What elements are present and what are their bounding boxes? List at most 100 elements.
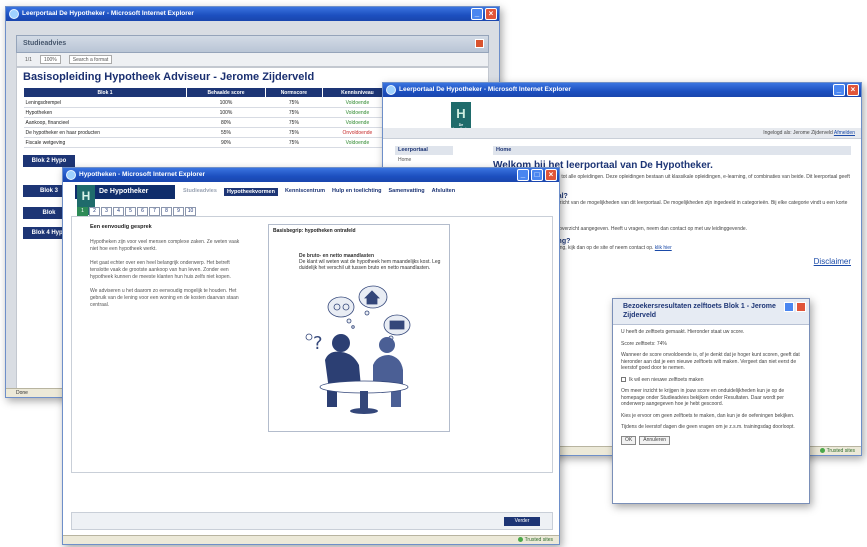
zoom-field[interactable]: 100%: [39, 55, 61, 64]
menu-item-kenniscentrum[interactable]: Kenniscentrum: [285, 188, 325, 196]
dialog-buttons: OK Annuleren: [621, 435, 801, 445]
window-titlebar: Leerportaal De Hypotheker - Microsoft In…: [6, 7, 499, 21]
table-row: De hypotheker en haar producten 55% 75% …: [23, 127, 393, 138]
page-button[interactable]: 7: [149, 207, 160, 216]
lesson-paragraph: Hypotheken zijn voor veel mensen complex…: [90, 239, 240, 252]
user-bar: Ingelogd als: Jerome Zijderveld Afmelden: [383, 128, 861, 138]
lesson-title: Een eenvoudig gesprek: [90, 224, 152, 230]
window-controls: _ ×: [471, 8, 497, 20]
next-button[interactable]: Verder: [504, 517, 540, 526]
window-titlebar: Hypotheken - Microsoft Internet Explorer…: [63, 168, 559, 182]
dialog-controls: [784, 302, 806, 312]
col-header: Blok 1: [22, 87, 188, 98]
thought-bubble-house: [358, 285, 388, 316]
sidebar-item-home[interactable]: Home: [395, 155, 453, 165]
dialog-text: Kies je ervoor om geen zelftoets te make…: [621, 412, 795, 419]
close-button[interactable]: ×: [545, 169, 557, 181]
menu-item-hypotheekvormen[interactable]: Hypotheekvormen: [223, 188, 278, 196]
page-button[interactable]: 6: [137, 207, 148, 216]
cell-norm: 75%: [265, 137, 323, 148]
menu-item-hulp[interactable]: Hulp en toelichting: [332, 188, 382, 196]
cell-norm: 75%: [265, 107, 323, 118]
dialog-close-icon[interactable]: [796, 302, 806, 312]
ie-icon: [9, 9, 19, 19]
lesson-paragraph: We adviseren u het daarom zo eenvoudig m…: [90, 288, 239, 308]
minimize-button[interactable]: _: [833, 84, 845, 96]
table-row: Hypotheken 100% 75% Voldoende: [23, 107, 393, 118]
small-bubble-icon: [305, 333, 313, 341]
logout-link[interactable]: Afmelden: [834, 130, 855, 136]
menu-item-afsluiten[interactable]: Afsluiten: [432, 188, 456, 196]
cell-topic: Leningsdrempel: [23, 97, 187, 108]
sidebar-heading: Leerportaal: [395, 146, 453, 155]
page-button[interactable]: 10: [185, 207, 196, 216]
retake-checkbox[interactable]: Ik wil een nieuwe zelftoets maken: [621, 377, 801, 384]
logged-in-user: Ingelogd als: Jerome Zijderveld: [763, 130, 833, 136]
close-button[interactable]: ×: [485, 8, 497, 20]
page-indicator: 1/1: [25, 56, 32, 63]
minimize-button[interactable]: _: [517, 169, 529, 181]
panel-title: Studieadvies: [16, 35, 489, 53]
security-zone: Trusted sites: [820, 447, 855, 455]
maximize-button[interactable]: □: [531, 169, 543, 181]
cell-norm: 75%: [265, 127, 323, 138]
dialog-restore-icon[interactable]: [784, 302, 794, 312]
lesson-text: Hypotheken zijn voor veel mensen complex…: [90, 239, 240, 316]
col-header: Normscore: [264, 87, 323, 98]
main-menu: Studieadvies Hypotheekvormen Kenniscentr…: [183, 188, 455, 196]
blok-header: Blok 2 Hypo: [23, 155, 75, 167]
menu-item-samenvatting[interactable]: Samenvatting: [388, 188, 424, 196]
ie-icon: [386, 85, 396, 95]
cell-score: 55%: [186, 127, 266, 138]
thought-bubble-glasses: [327, 296, 355, 329]
cell-topic: Aankoop, financieel: [23, 117, 187, 128]
status-bar: Trusted sites: [63, 535, 559, 544]
page-button[interactable]: 1: [77, 207, 88, 216]
result-dialog: Bezoekersresultaten zelftoets Blok 1 - J…: [612, 298, 810, 504]
ok-button[interactable]: OK: [621, 435, 637, 445]
col-header: Behaalde score: [186, 87, 266, 98]
page-button[interactable]: 5: [125, 207, 136, 216]
close-button[interactable]: ×: [847, 84, 859, 96]
score-text: Score zelftoets: 74%: [621, 340, 667, 347]
ie-icon: [66, 170, 76, 180]
cell-score: 100%: [186, 97, 266, 108]
cell-norm: 75%: [265, 97, 323, 108]
click-here-link[interactable]: klik hier: [655, 245, 672, 251]
page-button[interactable]: 8: [161, 207, 172, 216]
dialog-text: Tijdens de leerstof dagen die geen vrage…: [621, 424, 795, 430]
dialog-body: U heeft de zelftoets gemaakt. Hieronder …: [613, 325, 809, 449]
dialog-text: Om meer inzicht te krijgen in jouw score…: [621, 388, 785, 407]
lesson-footer: Verder: [71, 512, 553, 530]
panel-close-icon[interactable]: [475, 39, 484, 48]
table-row: Aankoop, financieel 80% 75% Voldoende: [23, 117, 393, 128]
status-text: Done: [16, 390, 28, 396]
dialog-title: Bezoekersresultaten zelftoets Blok 1 - J…: [613, 299, 809, 325]
score-table: Blok 1 Behaalde score Normscore Kennisni…: [22, 87, 394, 148]
hypotheken-window: Hypotheken - Microsoft Internet Explorer…: [62, 167, 560, 545]
menu-item-studieadvies[interactable]: Studieadvies: [183, 188, 217, 196]
page-navigator: 1 2 3 4 5 6 7 8 9 10: [77, 207, 196, 216]
sidebar: Leerportaal Home: [395, 146, 453, 165]
page-button[interactable]: 3: [101, 207, 112, 216]
dialog-text: Wanneer de score onvoldoende is, of je d…: [621, 352, 800, 371]
thought-bubble-coins: [383, 314, 411, 341]
checkbox-icon[interactable]: [621, 377, 626, 383]
page-button[interactable]: 4: [113, 207, 124, 216]
main-heading: Home: [493, 146, 851, 155]
window-titlebar: Leerportaal De Hypotheker - Microsoft In…: [383, 83, 861, 97]
disclaimer-link[interactable]: Disclaimer: [814, 257, 851, 266]
window-title: Leerportaal De Hypotheker - Microsoft In…: [399, 86, 571, 93]
page-button[interactable]: 9: [173, 207, 184, 216]
elearning-header: De Hypotheker H Studieadvies Hypotheekvo…: [63, 182, 559, 220]
minimize-button[interactable]: _: [471, 8, 483, 20]
cell-topic: Fiscale wetgeving: [23, 137, 187, 148]
cell-score: 100%: [186, 107, 266, 118]
search-field[interactable]: Search a format: [68, 55, 113, 64]
table-row: Fiscale wetgeving 90% 75% Voldoende: [23, 137, 393, 148]
page-button[interactable]: 2: [89, 207, 100, 216]
panel-title-text: Studieadvies: [23, 40, 67, 47]
pdf-toolbar: 1/1 100% Search a format: [16, 53, 489, 67]
cell-score: 90%: [186, 137, 266, 148]
cancel-button[interactable]: Annuleren: [639, 435, 671, 445]
